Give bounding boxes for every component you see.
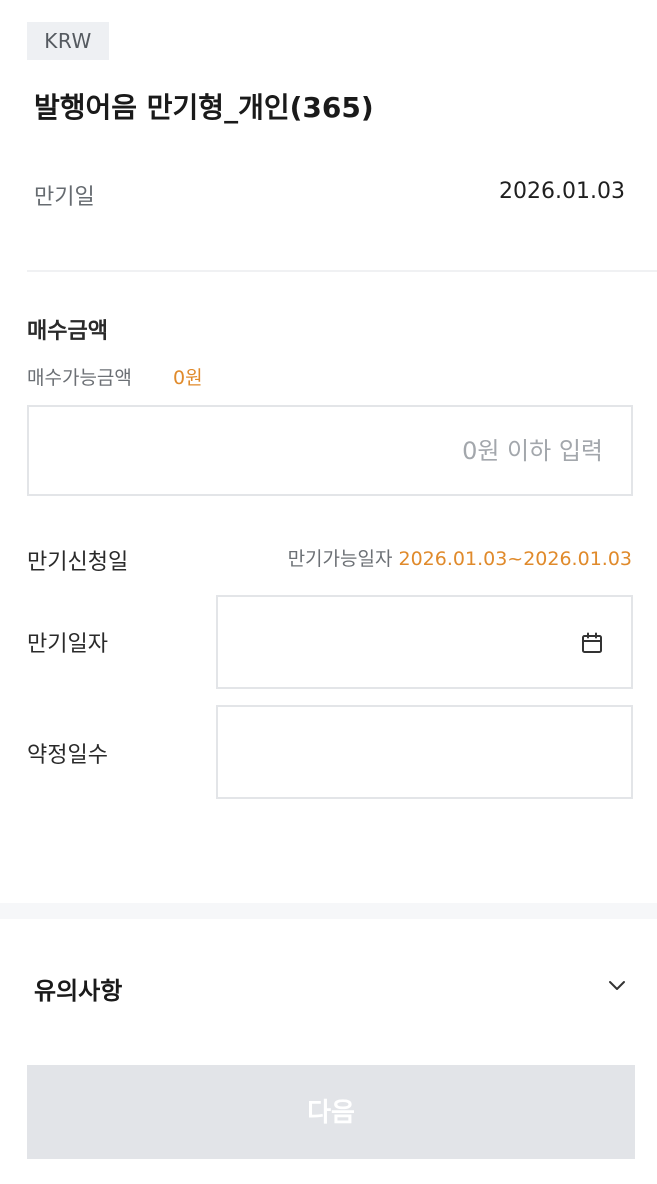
calendar-icon[interactable]	[580, 631, 604, 655]
section-separator	[0, 903, 657, 919]
maturity-range: 만기가능일자 2026.01.03~2026.01.03	[288, 544, 632, 571]
notice-toggle[interactable]: 유의사항	[0, 935, 657, 1035]
available-amount-value: 0원	[173, 367, 203, 389]
maturity-request-label: 만기신청일	[27, 550, 129, 575]
maturity-date-value: 2026.01.03	[499, 179, 625, 204]
notice-title: 유의사항	[34, 977, 123, 1005]
maturity-date-label: 만기일	[34, 185, 95, 210]
section-divider	[27, 270, 657, 272]
contract-days-label: 약정일수	[27, 743, 108, 768]
contract-days-field[interactable]	[216, 705, 633, 799]
chevron-down-icon[interactable]	[607, 975, 627, 995]
maturity-date-field[interactable]	[216, 595, 633, 689]
product-title: 발행어음 만기형_개인(365)	[34, 91, 374, 124]
currency-badge: KRW	[27, 22, 109, 60]
maturity-date-field-label: 만기일자	[27, 632, 108, 657]
purchase-amount-input[interactable]	[27, 405, 633, 496]
purchase-amount-title: 매수금액	[27, 319, 108, 344]
available-amount-label: 매수가능금액	[27, 367, 132, 389]
maturity-range-label: 만기가능일자	[287, 548, 393, 570]
maturity-range-value: 2026.01.03~2026.01.03	[398, 548, 633, 570]
next-button[interactable]: 다음	[27, 1065, 635, 1159]
